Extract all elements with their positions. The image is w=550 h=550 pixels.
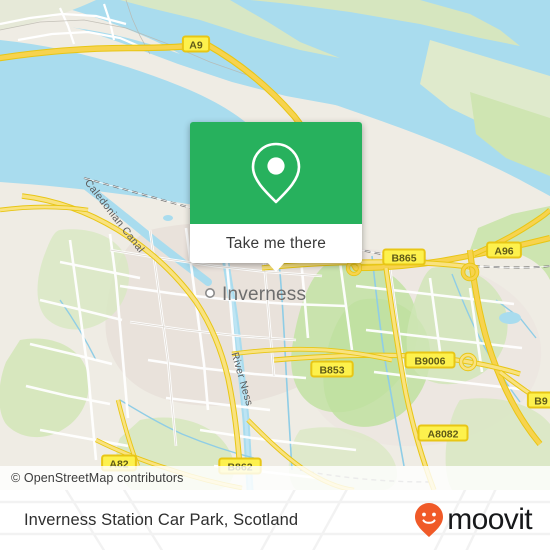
card-header xyxy=(190,122,362,224)
moovit-wordmark: moovit xyxy=(447,503,532,536)
road-shield-label: A96 xyxy=(494,245,513,257)
bottom-info-bar: Inverness Station Car Park, Scotland moo… xyxy=(0,490,550,550)
map-attribution-bar: © OpenStreetMap contributors xyxy=(0,466,550,490)
attribution-text: © OpenStreetMap contributors xyxy=(11,471,184,485)
moovit-logo: moovit xyxy=(414,502,533,538)
take-me-there-label: Take me there xyxy=(225,234,327,252)
map-pin-icon xyxy=(251,142,301,204)
card-pointer-tail xyxy=(267,262,285,272)
road-shield-label: B853 xyxy=(319,364,344,376)
road-shield-label: A9 xyxy=(189,39,203,51)
take-me-there-button[interactable]: Take me there xyxy=(190,224,362,272)
map-canvas[interactable]: Caledonian Canal River Ness Inverness A9… xyxy=(0,0,550,490)
road-shield-label: A8082 xyxy=(428,428,459,440)
road-shield-label: B9 xyxy=(534,395,548,407)
road-shield-label: B9006 xyxy=(415,355,446,367)
moovit-pin-icon xyxy=(415,503,444,537)
place-title: Inverness Station Car Park, Scotland xyxy=(24,510,299,529)
place-card-popup[interactable]: Take me there xyxy=(190,122,362,272)
road-shield-label: B865 xyxy=(391,252,416,264)
